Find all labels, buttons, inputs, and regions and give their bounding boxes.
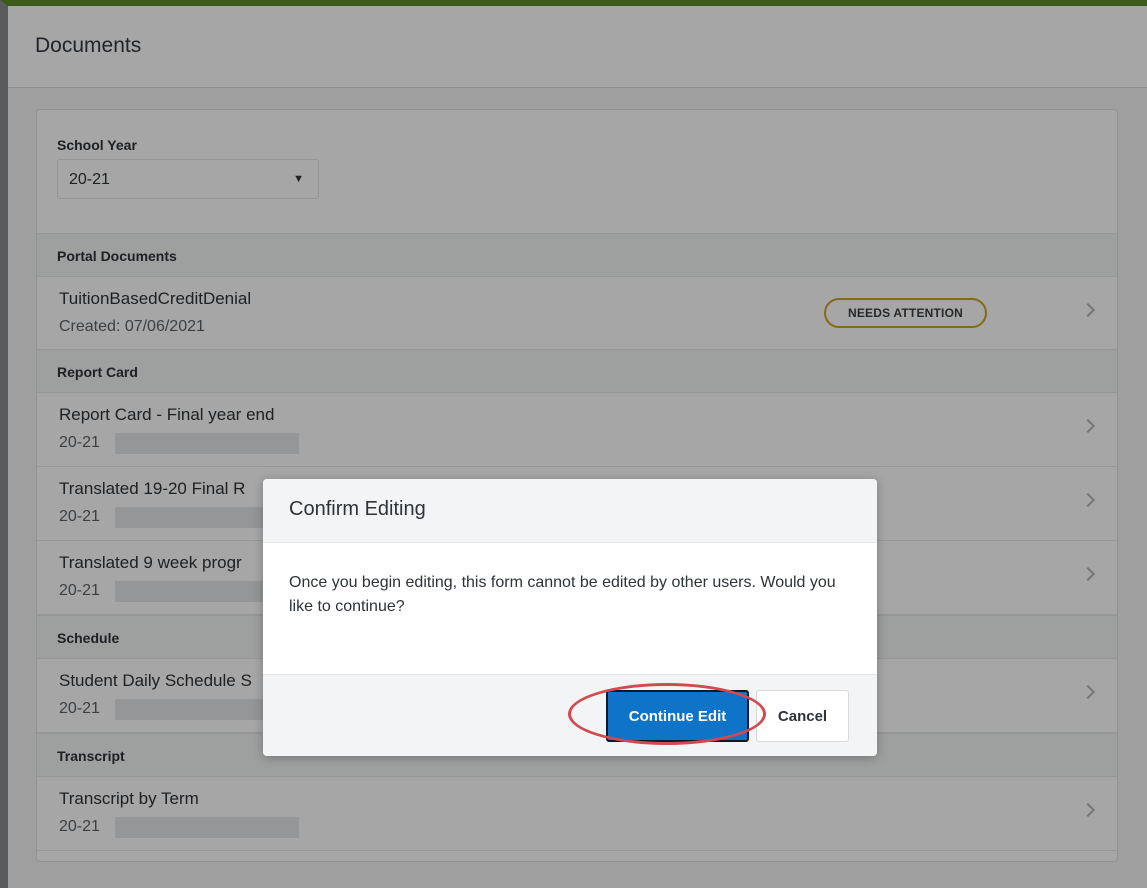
dialog-footer: Continue Edit Cancel: [263, 674, 877, 756]
confirm-editing-dialog: Confirm Editing Once you begin editing, …: [263, 479, 877, 756]
dialog-title: Confirm Editing: [289, 498, 426, 520]
cancel-button[interactable]: Cancel: [756, 690, 849, 742]
continue-edit-button[interactable]: Continue Edit: [606, 690, 749, 742]
dialog-header: Confirm Editing: [263, 479, 877, 543]
dialog-message: Once you begin editing, this form cannot…: [289, 574, 836, 615]
